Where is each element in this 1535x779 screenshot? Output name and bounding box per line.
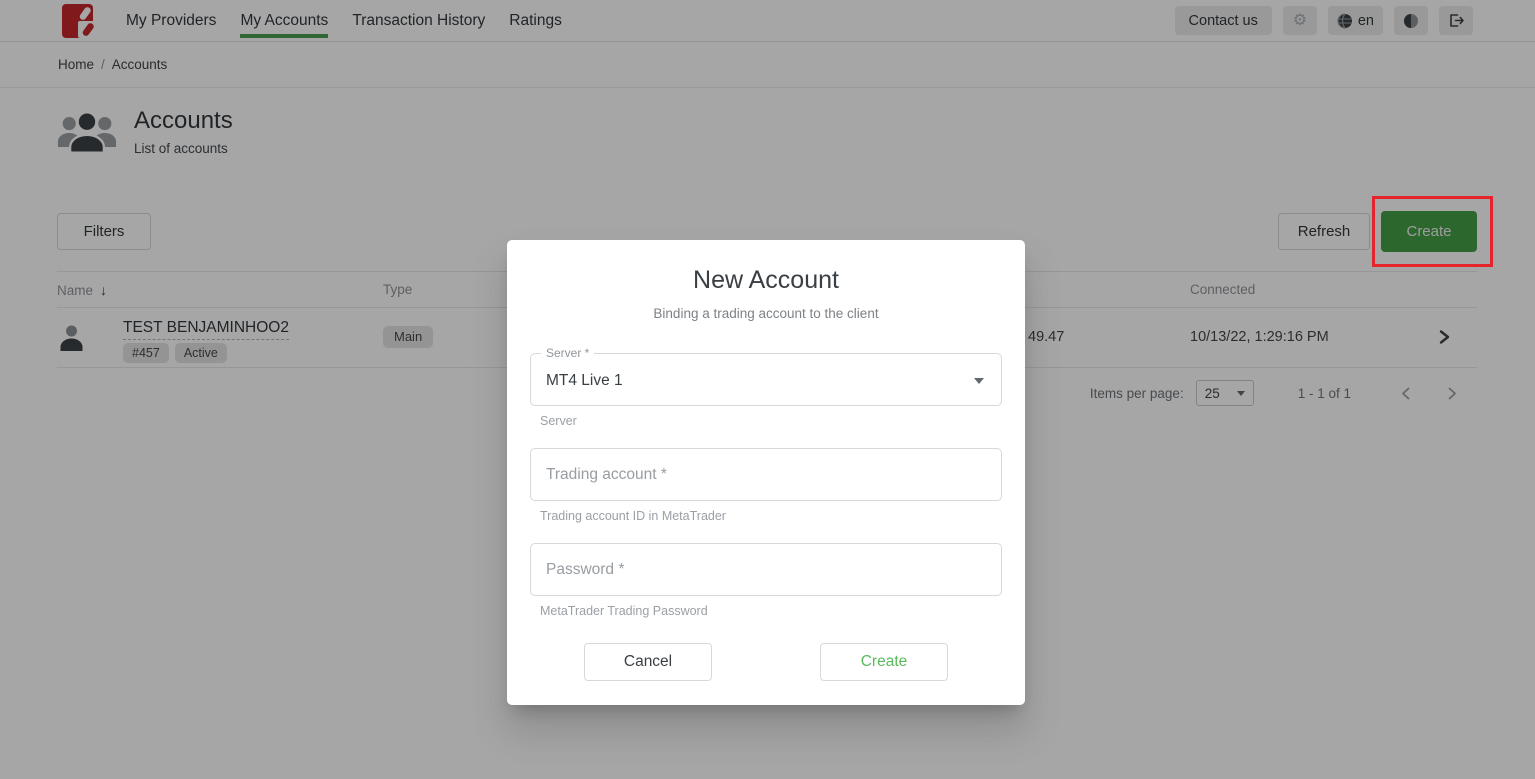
new-account-dialog: New Account Binding a trading account to… <box>507 240 1025 705</box>
dialog-create-button[interactable]: Create <box>820 643 948 681</box>
password-input[interactable] <box>530 543 1002 596</box>
server-field-label: Server * <box>541 346 594 360</box>
select-arrow-icon <box>974 378 984 384</box>
server-select[interactable]: Server * MT4 Live 1 <box>530 353 1002 406</box>
server-helper-text: Server <box>540 414 577 428</box>
dialog-subtitle: Binding a trading account to the client <box>507 306 1025 321</box>
dialog-title: New Account <box>507 266 1025 295</box>
password-helper-text: MetaTrader Trading Password <box>540 604 708 618</box>
trading-account-input[interactable] <box>530 448 1002 501</box>
server-selected-value: MT4 Live 1 <box>546 372 623 390</box>
dialog-cancel-button[interactable]: Cancel <box>584 643 712 681</box>
trading-account-helper-text: Trading account ID in MetaTrader <box>540 509 726 523</box>
